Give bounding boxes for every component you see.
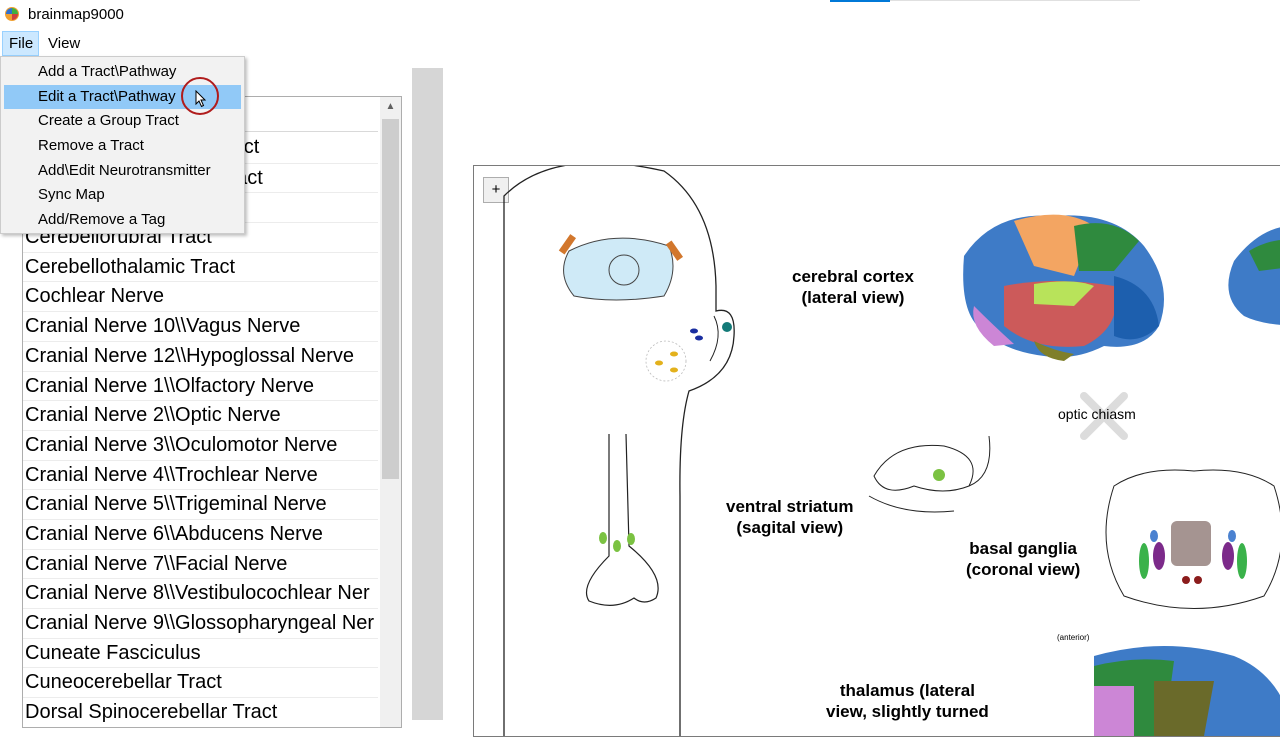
list-item[interactable]: Cranial Nerve 2\\Optic Nerve [23,400,378,430]
cortex-illustration [963,214,1164,361]
label-optic-chiasm: optic chiasm [1058,406,1136,422]
title-bar: brainmap9000 [0,0,1280,31]
list-item[interactable]: Cuneate Fasciculus [23,637,378,668]
brain-app-icon [5,7,19,21]
list-item[interactable]: Cranial Nerve 5\\Trigeminal Nerve [23,489,378,519]
menu-view[interactable]: View [42,31,86,56]
list-item[interactable]: Cranial Nerve 7\\Facial Nerve [23,548,378,579]
list-scrollbar[interactable]: ▲ [380,97,401,727]
menu-add-edit-neurotransmitter[interactable]: Add\Edit Neurotransmitter [4,159,241,183]
brain-map-drawing [503,166,1280,736]
eye-shape [563,237,674,301]
list-item[interactable]: Cranial Nerve 9\\Glossopharyngeal Ner [23,608,378,638]
brain-map-canvas[interactable]: + cerebral cortex (lateral view) optic c… [473,165,1280,737]
list-item[interactable]: Cerebellothalamic Tract [23,251,378,282]
menu-add-remove-tag[interactable]: Add/Remove a Tag [4,208,241,232]
label-anterior: (anterior) [1057,633,1090,642]
label-cerebral-cortex: cerebral cortex (lateral view) [792,267,914,307]
mouse-cursor-icon [195,90,207,108]
title-divider [890,0,1140,1]
panel-splitter[interactable] [412,68,443,720]
menu-remove-tract[interactable]: Remove a Tract [4,134,241,158]
list-item[interactable]: Cranial Nerve 8\\Vestibulocochlear Ner [23,578,378,608]
list-item[interactable]: Cochlear Nerve [23,281,378,311]
menu-sync-map[interactable]: Sync Map [4,183,241,207]
menu-file[interactable]: File [2,31,39,56]
list-item[interactable]: Cuneocerebellar Tract [23,667,378,697]
scroll-thumb[interactable] [382,119,399,479]
menu-bar: File View [0,31,1280,56]
list-item[interactable]: Dorsal Spinocerebellar Tract [23,697,378,727]
list-item[interactable]: Cranial Nerve 4\\Trochlear Nerve [23,459,378,490]
label-thalamus: thalamus (lateral view, slightly turned [826,681,989,721]
scroll-up-arrow-icon[interactable]: ▲ [380,97,401,117]
label-ventral-striatum: ventral striatum (sagital view) [726,497,854,537]
list-item[interactable]: Cranial Nerve 6\\Abducens Nerve [23,518,378,549]
label-basal-ganglia: basal ganglia (coronal view) [966,539,1081,579]
list-item[interactable]: Cranial Nerve 3\\Oculomotor Nerve [23,429,378,460]
list-item[interactable]: Cranial Nerve 12\\Hypoglossal Nerve [23,340,378,371]
list-item[interactable]: Cranial Nerve 1\\Olfactory Nerve [23,370,378,401]
title-accent-bar [830,0,890,2]
list-item[interactable]: Cranial Nerve 10\\Vagus Nerve [23,311,378,341]
window-title: brainmap9000 [28,6,124,23]
